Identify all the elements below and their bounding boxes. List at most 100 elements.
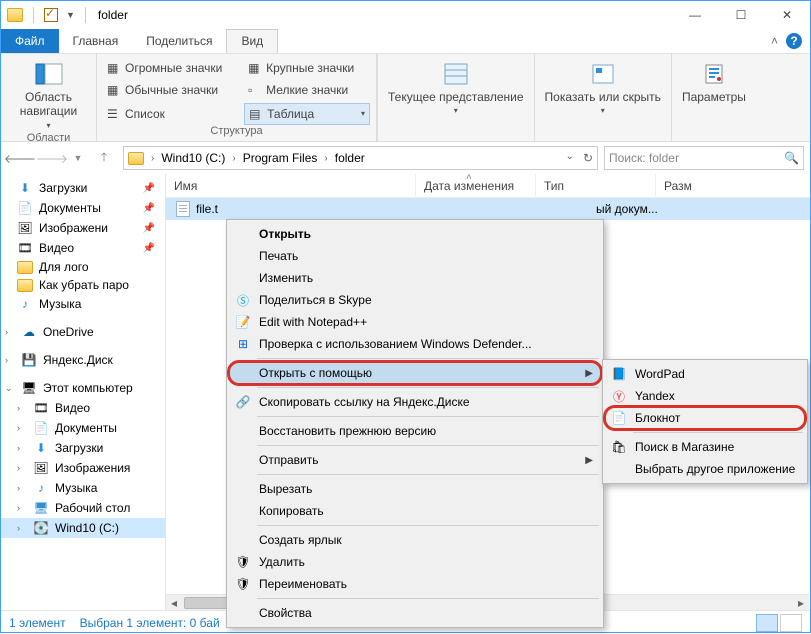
ctx-delete[interactable]: 🛡Удалить [229,551,601,573]
sub-notepad[interactable]: 📄Блокнот [605,407,805,429]
sidebar-desktop[interactable]: ›🖥Рабочий стол [1,498,165,518]
address-dropdown-icon[interactable]: ⌄ [563,151,577,165]
address-bar[interactable]: › Wind10 (C:)› Program Files› folder ⌄ ↻ [123,146,598,170]
tab-file[interactable]: Файл [1,29,59,53]
refresh-icon[interactable]: ↻ [583,151,593,165]
sidebar-music[interactable]: ♪Музыка [1,294,165,314]
sidebar-yandex-disk[interactable]: ›💾Яндекс.Диск [1,350,165,370]
sidebar-drive-c[interactable]: ›💽Wind10 (C:) [1,518,165,538]
col-date[interactable]: Дата изменения [416,174,536,197]
sidebar-images2[interactable]: ›🖼Изображения [1,458,165,478]
tab-home[interactable]: Главная [59,29,133,53]
ctx-properties[interactable]: Свойства [229,602,601,624]
tab-view[interactable]: Вид [226,29,278,53]
ctx-defender[interactable]: ⊞Проверка с использованием Windows Defen… [229,333,601,355]
music-icon: ♪ [17,296,33,312]
sidebar-downloads2[interactable]: ›⬇Загрузки [1,438,165,458]
wordpad-icon: 📘 [611,366,627,382]
sidebar-onedrive[interactable]: ›☁OneDrive [1,322,165,342]
sidebar-documents[interactable]: 📄Документы📌 [1,198,165,218]
show-hide-button[interactable]: Показать или скрыть▾ [541,58,665,118]
sidebar-this-pc[interactable]: ⌄🖥Этот компьютер [1,378,165,398]
layout-large-icons[interactable]: ▦Крупные значки [244,58,370,78]
crumb-programfiles[interactable]: Program Files [243,151,318,165]
ctx-open[interactable]: Открыть [229,223,601,245]
layout-normal-icons[interactable]: ▦Обычные значки [103,80,238,100]
col-type[interactable]: Тип [536,174,656,197]
onedrive-icon: ☁ [21,324,37,340]
navigation-pane-button[interactable]: Область навигации▾ [7,58,90,132]
navigation-sidebar[interactable]: ⬇Загрузки📌 📄Документы📌 🖼Изображени📌 🎞Вид… [1,174,166,610]
address-bar-row: 🡐 🡒 ▼ 🡑 › Wind10 (C:)› Program Files› fo… [1,142,810,174]
ctx-send-to[interactable]: Отправить▶ [229,449,601,471]
sub-wordpad[interactable]: 📘WordPad [605,363,805,385]
history-dropdown[interactable]: ▼ [71,145,85,171]
crumb-folder[interactable]: folder [335,151,365,165]
maximize-button[interactable]: ☐ [718,1,764,29]
sidebar-video2[interactable]: ›🎞Видео [1,398,165,418]
options-button[interactable]: Параметры [678,58,750,106]
view-large-button[interactable] [780,614,802,632]
sidebar-logo-folder[interactable]: Для лого [1,258,165,276]
status-item-count: 1 элемент [9,616,66,630]
tab-share[interactable]: Поделиться [132,29,226,53]
ribbon-collapse-icon[interactable]: ˄ [771,34,778,48]
column-headers[interactable]: Имя˄ Дата изменения Тип Разм [166,174,810,198]
ctx-cut[interactable]: Вырезать [229,478,601,500]
video-icon: 🎞 [17,240,33,256]
ctx-skype[interactable]: ⓈПоделиться в Skype [229,289,601,311]
layout-table[interactable]: ▤Таблица ▾ [244,103,370,125]
sub-choose-app[interactable]: Выбрать другое приложение [605,458,805,480]
collapse-icon[interactable]: ⌄ [5,383,15,394]
back-button[interactable]: 🡐 [7,145,33,171]
crumb-drive[interactable]: Wind10 (C:) [161,151,225,165]
ctx-copy[interactable]: Копировать [229,500,601,522]
file-row[interactable]: file.t ый докум... [166,198,810,220]
skype-icon: Ⓢ [235,292,251,308]
layout-list[interactable]: ☰Список [103,103,238,125]
sidebar-video[interactable]: 🎞Видео📌 [1,238,165,258]
shield-icon: 🛡 [235,576,251,592]
current-view-button[interactable]: Текущее представление▾ [384,58,528,118]
expand-icon[interactable]: › [5,327,15,337]
layout-small-icons[interactable]: ▫Мелкие значки [244,80,370,100]
sub-yandex[interactable]: ⓎYandex [605,385,805,407]
scroll-left-icon[interactable]: ◂ [166,596,182,610]
qat-checkbox-icon[interactable] [44,8,58,22]
view-details-button[interactable] [756,614,778,632]
minimize-button[interactable]: — [672,1,718,29]
folder-icon [17,279,33,292]
notepad-icon: 📄 [611,410,627,426]
ctx-open-with[interactable]: Открыть с помощью▶ [229,362,601,384]
sidebar-music2[interactable]: ›♪Музыка [1,478,165,498]
sidebar-images[interactable]: 🖼Изображени📌 [1,218,165,238]
link-icon: 🔗 [235,394,251,410]
ctx-edit[interactable]: Изменить [229,267,601,289]
layout-huge-icons[interactable]: ▦Огромные значки [103,58,238,78]
ribbon-tabs: Файл Главная Поделиться Вид ˄ ? [1,29,810,54]
ctx-print[interactable]: Печать [229,245,601,267]
search-input[interactable]: Поиск: folder 🔍 [604,146,804,170]
ctx-restore[interactable]: Восстановить прежнюю версию [229,420,601,442]
scroll-right-icon[interactable]: ▸ [793,596,809,610]
sidebar-documents2[interactable]: ›📄Документы [1,418,165,438]
sub-store[interactable]: 🛍Поиск в Магазине [605,436,805,458]
close-button[interactable]: ✕ [764,1,810,29]
file-type: ый докум... [536,202,706,216]
forward-button[interactable]: 🡒 [39,145,65,171]
col-size[interactable]: Разм [656,174,716,197]
help-icon[interactable]: ? [786,33,802,49]
documents-icon: 📄 [17,200,33,216]
qat-dropdown-icon[interactable]: ▼ [66,10,75,20]
sidebar-downloads[interactable]: ⬇Загрузки📌 [1,178,165,198]
ctx-notepadpp[interactable]: 📝Edit with Notepad++ [229,311,601,333]
col-name[interactable]: Имя˄ [166,174,416,197]
ctx-rename[interactable]: 🛡Переименовать [229,573,601,595]
pc-icon: 🖥 [21,380,37,396]
ctx-shortcut[interactable]: Создать ярлык [229,529,601,551]
up-button[interactable]: 🡑 [91,145,117,171]
sidebar-howto-folder[interactable]: Как убрать паро [1,276,165,294]
shield-icon: 🛡 [235,554,251,570]
ctx-yandex-link[interactable]: 🔗Скопировать ссылку на Яндекс.Диске [229,391,601,413]
text-file-icon [176,201,190,217]
